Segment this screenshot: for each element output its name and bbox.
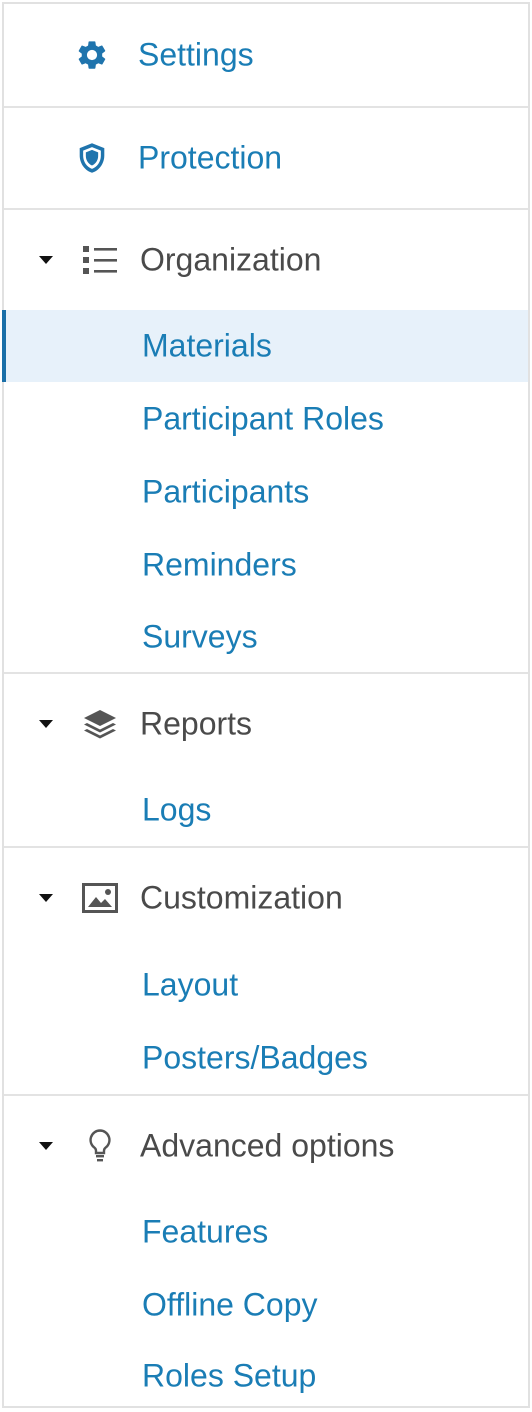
nav-item-label: Offline Copy (142, 1286, 318, 1323)
nav-item-label: Participants (142, 473, 310, 510)
group-header-label: Advanced options (140, 1127, 395, 1164)
layers-icon (78, 702, 122, 746)
nav-item-label: Surveys (142, 618, 258, 655)
sidebar-nav: Settings Protection Organization Materia… (2, 2, 530, 1408)
nav-link-label: Protection (138, 139, 283, 176)
nav-item-label: Logs (142, 791, 212, 828)
gear-icon (72, 35, 112, 75)
caret-down-icon (36, 250, 56, 270)
lightbulb-icon (78, 1124, 122, 1168)
nav-item-label: Features (142, 1213, 269, 1250)
nav-item-surveys[interactable]: Surveys (4, 602, 528, 672)
nav-item-label: Roles Setup (142, 1357, 317, 1394)
nav-item-materials[interactable]: Materials (2, 310, 528, 382)
image-icon (78, 876, 122, 920)
group-header-customization[interactable]: Customization (4, 848, 528, 948)
nav-link-protection[interactable]: Protection (4, 108, 528, 208)
group-header-label: Customization (140, 879, 343, 916)
group-header-reports[interactable]: Reports (4, 674, 528, 774)
nav-item-offline-copy[interactable]: Offline Copy (4, 1268, 528, 1342)
group-header-label: Reports (140, 705, 253, 742)
group-header-label: Organization (140, 241, 322, 278)
nav-item-label: Materials (142, 327, 272, 364)
nav-item-roles-setup[interactable]: Roles Setup (4, 1342, 528, 1410)
group-header-advanced-options[interactable]: Advanced options (4, 1096, 528, 1196)
nav-item-label: Reminders (142, 546, 297, 583)
nav-item-logs[interactable]: Logs (4, 774, 528, 846)
nav-item-posters-badges[interactable]: Posters/Badges (4, 1022, 528, 1094)
nav-item-label: Layout (142, 966, 239, 1003)
nav-link-label: Settings (138, 36, 254, 73)
caret-down-icon (36, 1136, 56, 1156)
nav-item-reminders[interactable]: Reminders (4, 528, 528, 602)
nav-item-label: Participant Roles (142, 400, 384, 437)
caret-down-icon (36, 888, 56, 908)
nav-item-layout[interactable]: Layout (4, 948, 528, 1022)
nav-item-features[interactable]: Features (4, 1196, 528, 1268)
nav-item-label: Posters/Badges (142, 1039, 368, 1076)
caret-down-icon (36, 714, 56, 734)
nav-item-participants[interactable]: Participants (4, 456, 528, 528)
group-header-organization[interactable]: Organization (4, 210, 528, 310)
nav-link-settings[interactable]: Settings (4, 4, 528, 106)
nav-item-participant-roles[interactable]: Participant Roles (4, 382, 528, 456)
shield-icon (72, 138, 112, 178)
list-icon (78, 238, 122, 282)
